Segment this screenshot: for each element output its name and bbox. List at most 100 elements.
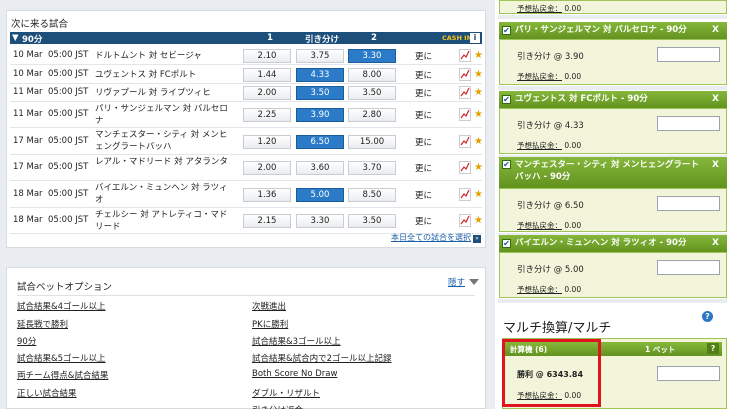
odds-away-button[interactable]: 8.00 [348, 68, 396, 82]
more-markets-link[interactable]: 更に [415, 215, 432, 227]
match-name[interactable]: レアル・マドリード 対 アタランタ [95, 156, 235, 168]
odds-draw-button[interactable]: 5.00 [296, 188, 344, 202]
odds-home-button[interactable]: 2.10 [243, 49, 291, 63]
favourite-star-icon[interactable]: ★ [474, 108, 485, 121]
close-icon[interactable]: X [712, 238, 719, 248]
stake-input[interactable] [657, 47, 720, 62]
match-time: 05:00 JST [48, 109, 89, 119]
select-all-link[interactable]: 本日全ての試合を選択» [391, 232, 481, 243]
payout-label[interactable]: 予想払戻金： [517, 4, 562, 13]
favourite-star-icon[interactable]: ★ [474, 188, 485, 201]
odds-away-button[interactable]: 3.50 [348, 86, 396, 100]
odds-away-button[interactable]: 8.50 [348, 188, 396, 202]
close-icon[interactable]: X [712, 160, 719, 170]
match-name[interactable]: ドルトムント 対 セビージャ [95, 50, 235, 62]
favourite-star-icon[interactable]: ★ [474, 214, 485, 227]
help-icon[interactable]: ? [702, 311, 713, 322]
bet-option-link[interactable]: 試合結果&試合内で2ゴール以上記録 [252, 352, 392, 364]
stats-chart-icon[interactable] [459, 108, 471, 121]
bet-option-link[interactable]: 引き分け返金 [252, 404, 303, 409]
odds-draw-button[interactable]: 3.50 [296, 86, 344, 100]
bet-option-link[interactable]: 試合結果&3ゴール以上 [252, 335, 341, 347]
checkbox[interactable]: ✔ [502, 26, 511, 35]
favourite-star-icon[interactable]: ★ [474, 161, 485, 174]
more-markets-link[interactable]: 更に [415, 189, 432, 201]
info-icon[interactable]: i [470, 33, 480, 43]
calc-help-icon[interactable]: ? [707, 343, 719, 354]
match-name[interactable]: マンチェスター・シティ 対 メンヒェングラートバッハ [95, 129, 235, 153]
match-name[interactable]: ユヴェントス 対 FCポルト [95, 69, 235, 81]
odds-away-button[interactable]: 2.80 [348, 108, 396, 122]
odds-draw-button[interactable]: 3.30 [296, 214, 344, 228]
stats-chart-icon[interactable] [459, 188, 471, 201]
checkbox[interactable]: ✔ [502, 95, 511, 104]
odds-draw-button[interactable]: 4.33 [296, 68, 344, 82]
collapse-arrow-icon[interactable]: ▼ [12, 33, 19, 43]
odds-home-button[interactable]: 1.20 [243, 135, 291, 149]
bet-option-link[interactable]: ダブル・リザルト [252, 387, 320, 399]
odds-draw-button[interactable]: 3.90 [296, 108, 344, 122]
bet-option-link[interactable]: 次戦進出 [252, 300, 286, 312]
more-markets-link[interactable]: 更に [415, 136, 432, 148]
stake-input[interactable] [657, 116, 720, 131]
checkbox[interactable]: ✔ [502, 160, 511, 169]
bet-option-link[interactable]: 正しい試合結果 [17, 387, 77, 399]
bet-option-link[interactable]: Both Score No Draw [252, 369, 337, 379]
match-name[interactable]: リヴァプール 対 ライプツィヒ [95, 87, 235, 99]
odds-away-button[interactable]: 3.30 [348, 49, 396, 63]
more-markets-link[interactable]: 更に [415, 69, 432, 81]
bet-option-link[interactable]: 延長戦で勝利 [17, 318, 68, 330]
close-icon[interactable]: X [712, 25, 719, 35]
chevron-down-icon[interactable] [469, 279, 479, 285]
payout-label[interactable]: 予想払戻金： [517, 141, 562, 150]
stake-input[interactable] [657, 196, 720, 211]
col-home-header: 1 [267, 33, 273, 43]
odds-home-button[interactable]: 2.15 [243, 214, 291, 228]
match-name[interactable]: バイエルン・ミュンヘン 対 ラツィオ [95, 182, 235, 206]
more-markets-link[interactable]: 更に [415, 109, 432, 121]
select-all-label[interactable]: 本日全ての試合を選択 [391, 233, 471, 242]
close-icon[interactable]: X [712, 94, 719, 104]
match-row: 17 Mar 05:00 JST マンチェスター・シティ 対 メンヒェングラートバッ… [10, 128, 485, 155]
payout-label[interactable]: 予想払戻金： [517, 72, 562, 81]
more-markets-link[interactable]: 更に [415, 162, 432, 174]
match-name[interactable]: パリ・サンジェルマン 対 バルセロナ [95, 103, 235, 127]
favourite-star-icon[interactable]: ★ [474, 68, 485, 81]
odds-draw-button[interactable]: 6.50 [296, 135, 344, 149]
odds-draw-button[interactable]: 3.60 [296, 161, 344, 175]
more-markets-link[interactable]: 更に [415, 87, 432, 99]
bet-option-link[interactable]: 試合結果&5ゴール以上 [17, 352, 106, 364]
favourite-star-icon[interactable]: ★ [474, 135, 485, 148]
bet-option-link[interactable]: 両チーム得点&試合結果 [17, 369, 108, 381]
bet-payout: 予想払戻金： 0.00 [517, 71, 581, 82]
odds-away-button[interactable]: 15.00 [348, 135, 396, 149]
odds-home-button[interactable]: 2.00 [243, 86, 291, 100]
odds-away-button[interactable]: 3.50 [348, 214, 396, 228]
stats-chart-icon[interactable] [459, 49, 471, 62]
odds-home-button[interactable]: 1.44 [243, 68, 291, 82]
stats-chart-icon[interactable] [459, 135, 471, 148]
odds-home-button[interactable]: 1.36 [243, 188, 291, 202]
checkbox[interactable]: ✔ [502, 239, 511, 248]
favourite-star-icon[interactable]: ★ [474, 49, 485, 62]
payout-label[interactable]: 予想払戻金： [517, 285, 562, 294]
odds-home-button[interactable]: 2.25 [243, 108, 291, 122]
odds-away-button[interactable]: 3.70 [348, 161, 396, 175]
stats-chart-icon[interactable] [459, 86, 471, 99]
odds-home-button[interactable]: 2.00 [243, 161, 291, 175]
payout-label[interactable]: 予想払戻金： [517, 221, 562, 230]
odds-draw-button[interactable]: 3.75 [296, 49, 344, 63]
bet-option-link[interactable]: PKに勝利 [252, 318, 288, 330]
favourite-star-icon[interactable]: ★ [474, 86, 485, 99]
hide-link[interactable]: 隠す [448, 276, 465, 288]
calc-stake-input[interactable] [657, 366, 720, 381]
stats-chart-icon[interactable] [459, 214, 471, 227]
bet-option-link[interactable]: 試合結果&4ゴール以上 [17, 300, 106, 312]
stats-chart-icon[interactable] [459, 68, 471, 81]
stake-input[interactable] [657, 260, 720, 275]
bet-option-link[interactable]: 90分 [17, 335, 36, 347]
match-date: 17 Mar [13, 136, 43, 146]
stats-chart-icon[interactable] [459, 161, 471, 174]
match-name[interactable]: チェルシー 対 アトレティコ・マドリード [95, 209, 235, 233]
more-markets-link[interactable]: 更に [415, 50, 432, 62]
